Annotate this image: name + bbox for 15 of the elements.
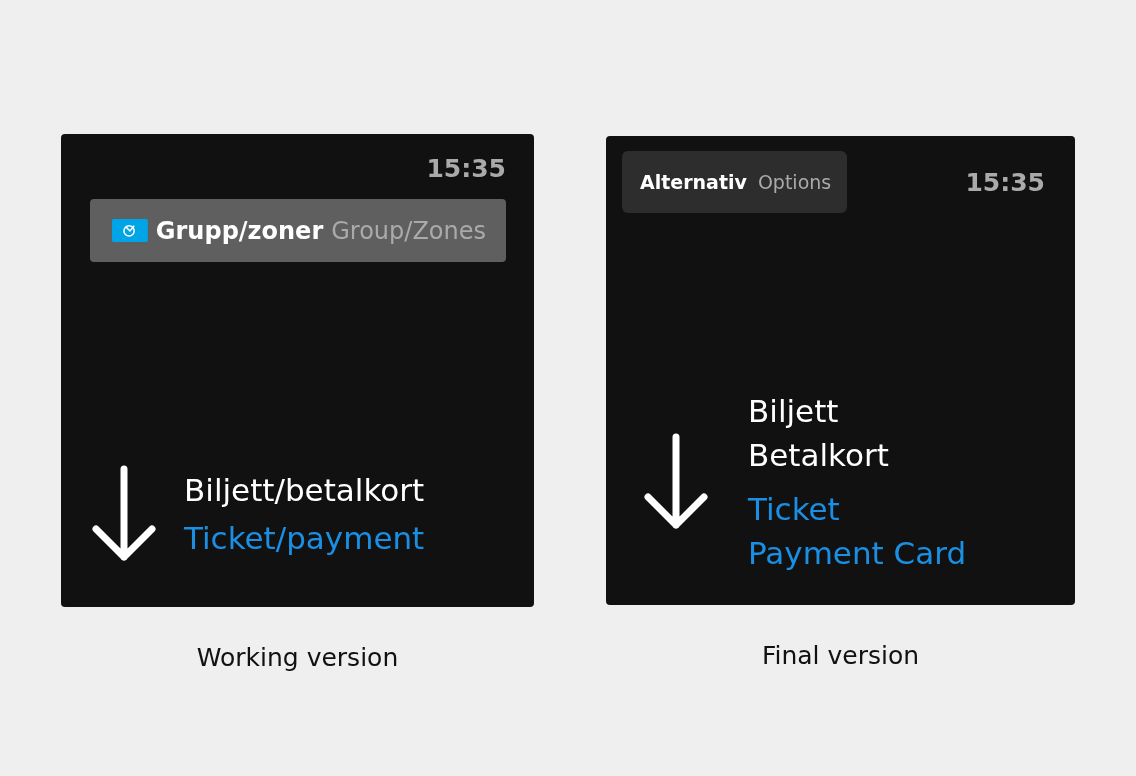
prompt-translation: Payment Card	[748, 534, 967, 573]
down-arrow-icon	[90, 465, 158, 563]
caption: Final version	[761, 641, 920, 670]
zone-icon	[112, 217, 148, 244]
prompt-text: Biljett/betalkort	[184, 471, 425, 510]
prompt-text: Biljett	[748, 392, 840, 431]
prompt-translation: Ticket	[748, 490, 841, 529]
clock-time: 15:35	[965, 167, 1045, 197]
mode-button[interactable]: Grupp/zoner Group/Zones	[90, 199, 506, 262]
mode-button[interactable]: Alternativ Options	[622, 151, 848, 213]
caption: Working version	[196, 643, 399, 672]
down-arrow-icon	[642, 433, 710, 531]
prompt-text: Betalkort	[748, 436, 890, 475]
clock-time: 15:35	[426, 154, 506, 183]
prompt-translation: Ticket/payment	[184, 519, 425, 558]
